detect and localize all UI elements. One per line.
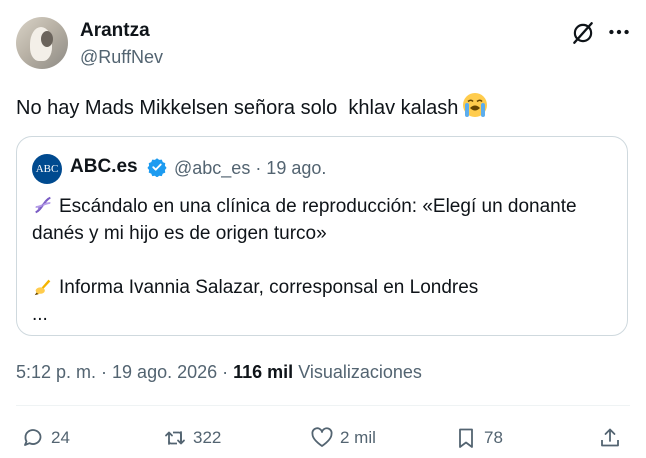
tweet-meta: 5:12 p. m. · 19 ago. 2026 · 116 mil Visu… xyxy=(16,362,422,383)
quoted-author-name[interactable]: ABC.es xyxy=(70,156,138,178)
share-icon xyxy=(601,428,619,447)
bookmark-count: 78 xyxy=(484,428,503,447)
repost-icon xyxy=(165,431,185,445)
divider xyxy=(16,405,630,406)
grok-icon[interactable] xyxy=(570,20,596,46)
quoted-line-1-text: Escándalo en una clínica de reproducción… xyxy=(59,196,577,217)
loudly-crying-face-icon xyxy=(463,93,488,117)
heart-icon xyxy=(311,427,333,447)
quoted-spacer xyxy=(32,247,622,274)
tweet-text: No hay Mads Mikkelsen señora solo khlav … xyxy=(16,92,488,121)
views-count: 116 mil xyxy=(233,362,294,382)
abc-logo[interactable]: ABC xyxy=(32,154,62,184)
quoted-line-2: danés y mi hijo es de origen turco» xyxy=(32,223,327,244)
verified-badge-icon xyxy=(147,158,167,177)
reply-count: 24 xyxy=(51,428,70,447)
repost-button[interactable]: 322 xyxy=(163,422,221,454)
views-label: Visualizaciones xyxy=(293,362,422,382)
quoted-ellipsis: ... xyxy=(32,304,48,325)
reply-icon xyxy=(24,429,42,446)
timestamp[interactable]: 5:12 p. m. · 19 ago. 2026 · xyxy=(16,362,233,382)
quoted-text: Escándalo en una clínica de reproducción… xyxy=(32,193,622,328)
author-name[interactable]: Arantza xyxy=(80,20,150,42)
quoted-tweet-card[interactable]: ABC ABC.es @abc_es · 19 ago. Escándalo e… xyxy=(16,136,628,336)
author-avatar[interactable] xyxy=(16,17,68,69)
dna-icon xyxy=(35,196,51,214)
avatar-figure-detail xyxy=(41,31,53,47)
quoted-line-3: Informa Ivannia Salazar, corresponsal en… xyxy=(32,274,622,301)
author-handle[interactable]: @RuffNev xyxy=(80,47,163,68)
bookmark-button[interactable]: 78 xyxy=(454,422,503,454)
quoted-handle-date[interactable]: @abc_es · 19 ago. xyxy=(174,158,326,179)
action-bar: 24 322 2 mil 78 xyxy=(0,422,646,454)
tweet-body: No hay Mads Mikkelsen señora solo khlav … xyxy=(16,97,459,119)
writing-hand-icon xyxy=(34,279,51,296)
repost-count: 322 xyxy=(193,428,222,447)
bookmark-icon xyxy=(459,428,473,448)
share-button[interactable] xyxy=(598,422,628,454)
quoted-line-1: Escándalo en una clínica de reproducción… xyxy=(32,193,622,220)
like-button[interactable]: 2 mil xyxy=(310,422,376,454)
like-count: 2 mil xyxy=(340,428,376,447)
reply-button[interactable]: 24 xyxy=(21,422,70,454)
quoted-line-3-text: Informa Ivannia Salazar, corresponsal en… xyxy=(59,277,479,298)
more-options-icon[interactable] xyxy=(606,21,632,43)
